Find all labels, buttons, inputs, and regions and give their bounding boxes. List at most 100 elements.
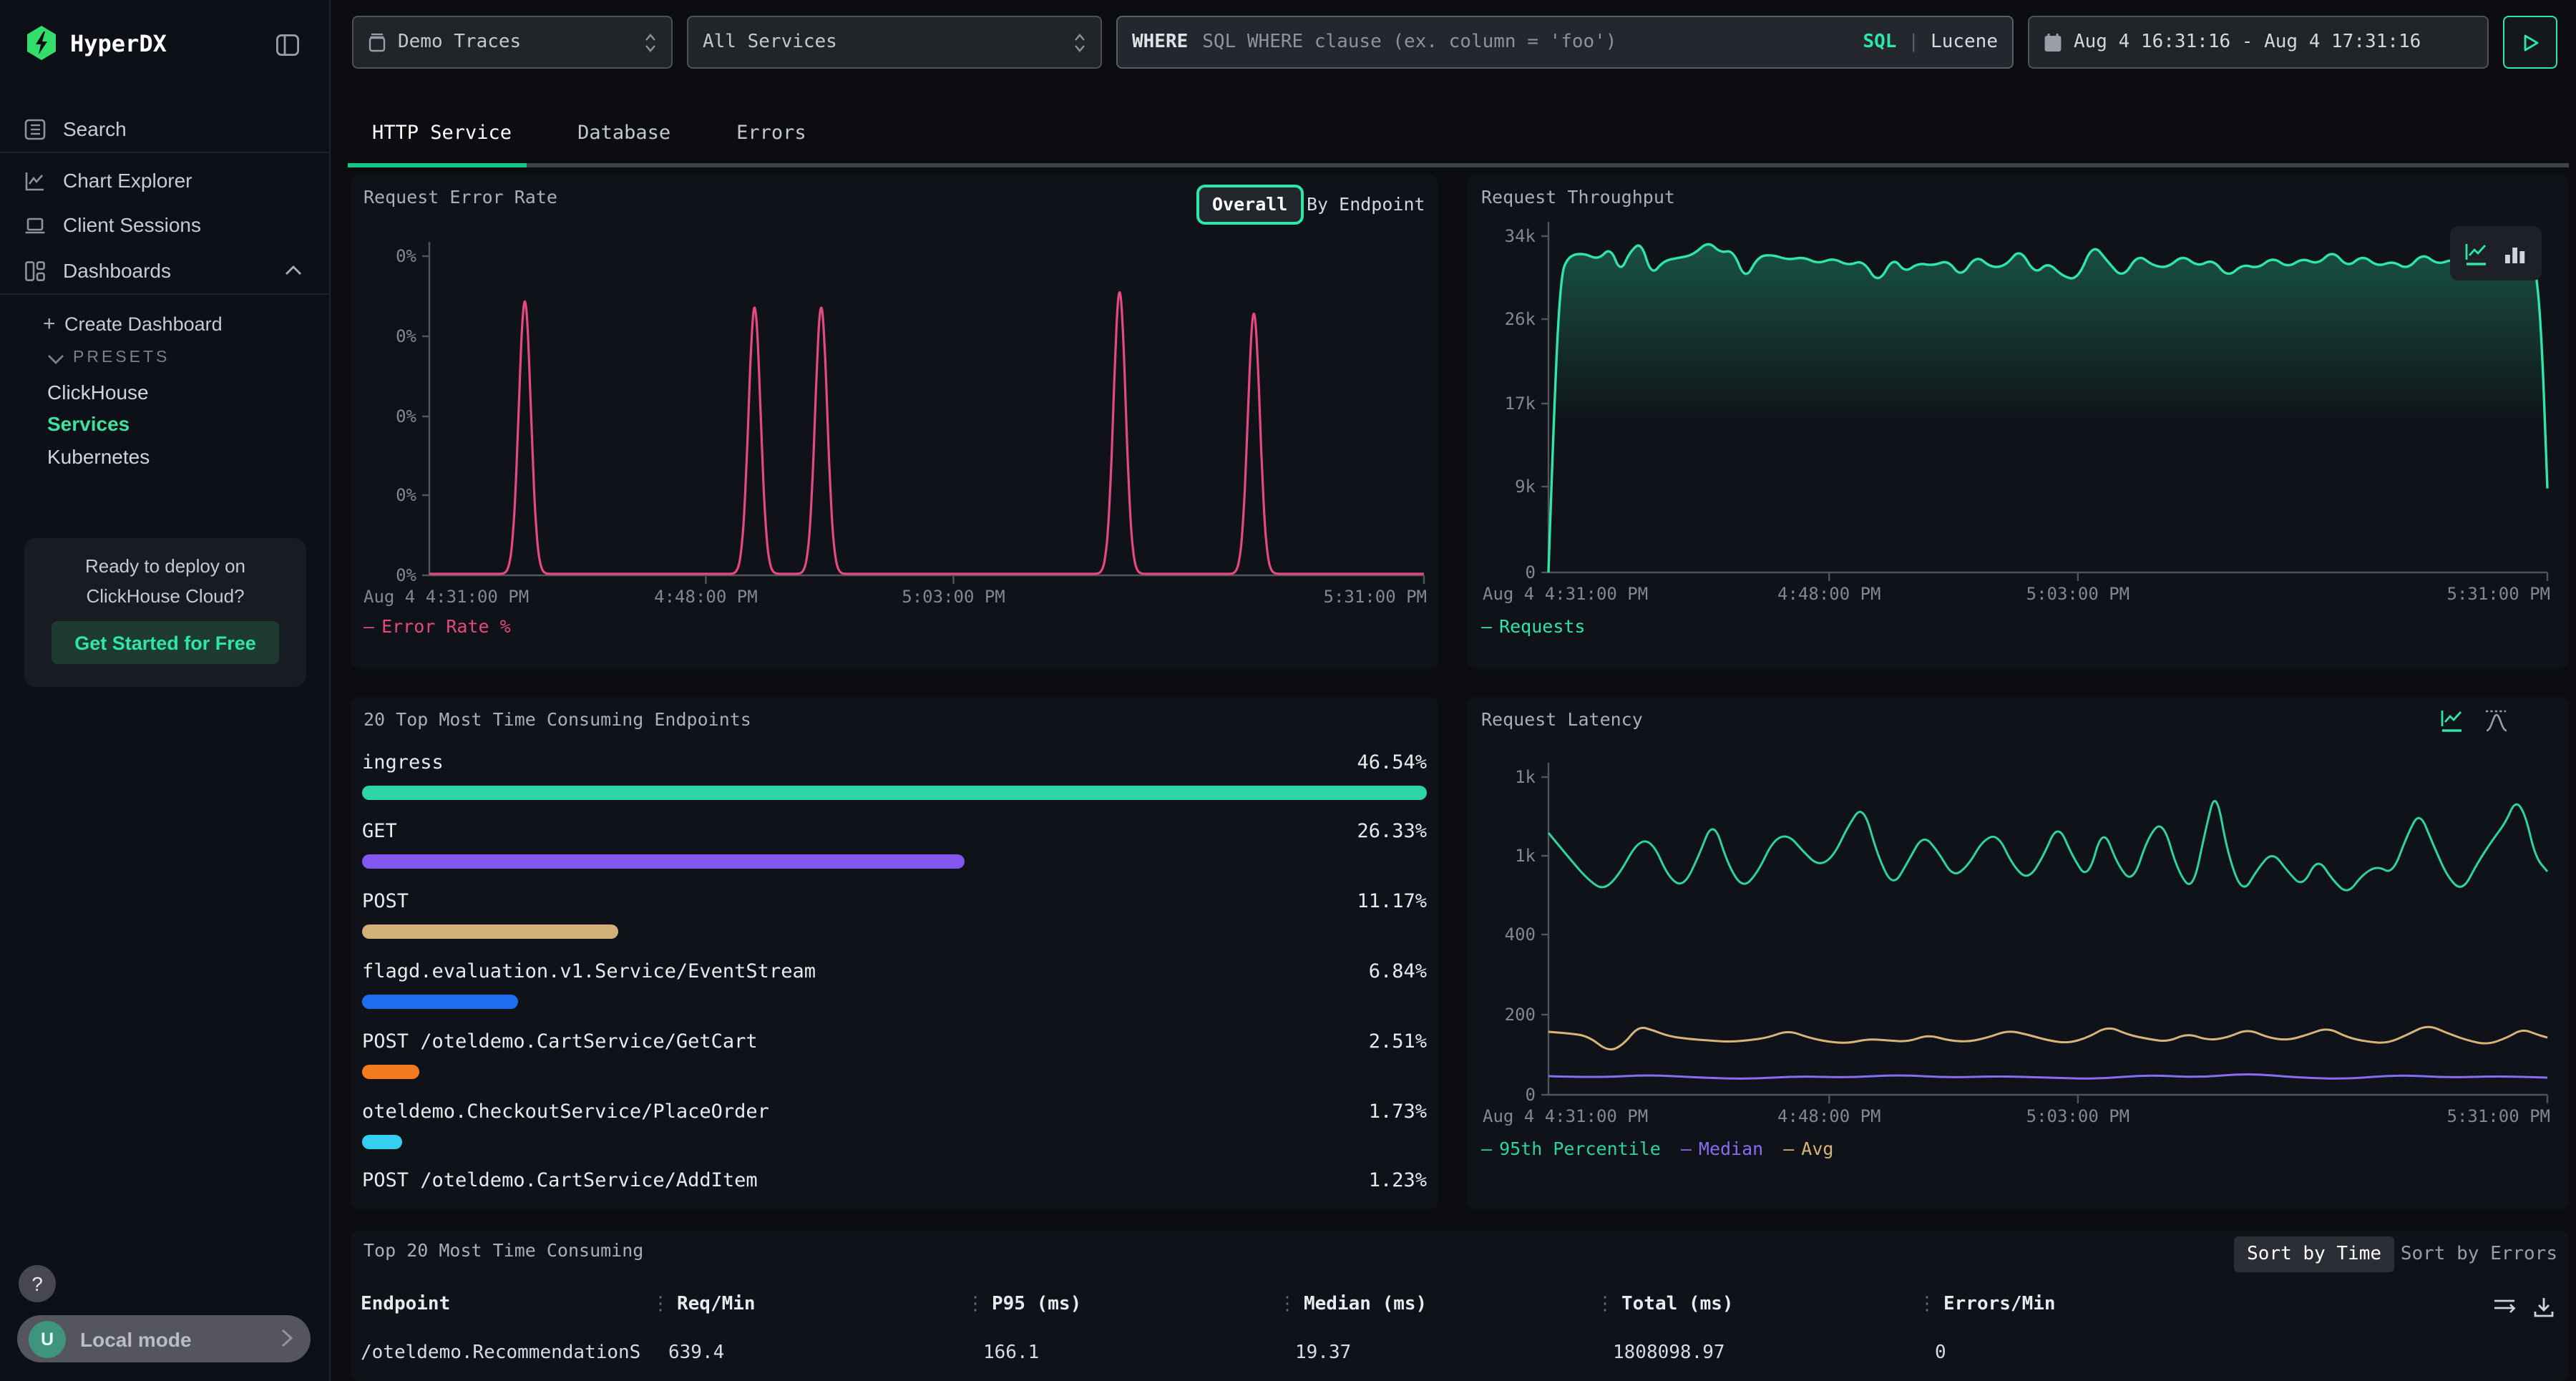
endpoint-item[interactable]: POST /oteldemo.CartService/GetCart 2.51%: [362, 1030, 1427, 1056]
tab-http-service[interactable]: HTTP Service: [348, 103, 536, 163]
user-menu[interactable]: U Local mode: [17, 1315, 311, 1362]
throughput-panel: Request Throughput 34k26k17k9k0Aug 4 4:3…: [1467, 175, 2569, 668]
legend-dash: —: [1481, 1138, 1492, 1159]
sidebar-item-clickhouse[interactable]: ClickHouse: [47, 381, 149, 404]
endpoint-value: 46.54%: [1357, 751, 1427, 777]
tab-database[interactable]: Database: [553, 103, 695, 163]
sort-by-errors-button[interactable]: Sort by Errors: [2401, 1236, 2557, 1272]
sidebar-item-label: Dashboards: [63, 259, 171, 282]
legend-label: Avg: [1801, 1138, 1833, 1159]
cell-p95: 166.1: [983, 1342, 1039, 1364]
sidebar-item-label: Search: [63, 117, 127, 140]
calendar-icon: [2044, 32, 2062, 52]
endpoint-value: 11.17%: [1357, 890, 1427, 916]
time-range-picker[interactable]: Aug 4 16:31:16 - Aug 4 17:31:16: [2028, 16, 2489, 69]
sidebar: HyperDX Search Chart Explorer: [0, 0, 331, 1381]
where-input[interactable]: [1199, 30, 1851, 54]
sidebar-item-services[interactable]: Services: [47, 412, 130, 435]
endpoint-bar: [362, 924, 618, 939]
column-header-endpoint[interactable]: Endpoint: [361, 1294, 450, 1315]
endpoint-label: POST /oteldemo.CartService/AddItem: [362, 1169, 758, 1195]
promo-text: ClickHouse Cloud?: [24, 585, 306, 607]
app-root: HyperDX Search Chart Explorer: [0, 0, 2576, 1381]
svg-text:4:48:00 PM: 4:48:00 PM: [1777, 584, 1881, 604]
endpoint-item[interactable]: GET 26.33%: [362, 820, 1427, 846]
download-icon[interactable]: [2533, 1297, 2555, 1318]
tab-errors[interactable]: Errors: [712, 103, 831, 163]
endpoint-item[interactable]: flagd.evaluation.v1.Service/EventStream …: [362, 960, 1427, 986]
column-header-req-min[interactable]: ⋮ Req/Min: [651, 1294, 756, 1315]
chevron-up-icon: [285, 265, 302, 276]
create-dashboard-button[interactable]: + Create Dashboard: [64, 313, 223, 335]
play-icon: [2522, 34, 2538, 51]
endpoint-item[interactable]: POST /oteldemo.CartService/AddItem 1.23%: [362, 1169, 1427, 1195]
legend-label: Error Rate %: [381, 615, 511, 637]
service-select-value: All Services: [703, 31, 837, 53]
svg-text:0%: 0%: [396, 246, 416, 266]
svg-text:9k: 9k: [1515, 477, 1536, 497]
wrap-lines-icon[interactable]: [2493, 1297, 2516, 1318]
drag-handle-icon[interactable]: ⋮: [966, 1294, 985, 1315]
sidebar-item-search[interactable]: Search: [0, 107, 329, 150]
bar-chart-type-icon[interactable]: [2503, 241, 2527, 265]
sql-mode-toggle[interactable]: SQL: [1863, 31, 1896, 53]
sidebar-collapse-icon[interactable]: [276, 34, 299, 56]
svg-text:5:31:00 PM: 5:31:00 PM: [2447, 1106, 2551, 1126]
where-label: WHERE: [1132, 31, 1188, 53]
column-header-total[interactable]: ⋮ Total (ms): [1596, 1294, 1734, 1315]
column-header-p95[interactable]: ⋮ P95 (ms): [966, 1294, 1081, 1315]
svg-text:0%: 0%: [396, 485, 416, 505]
column-header-errors-min[interactable]: ⋮ Errors/Min: [1918, 1294, 2056, 1315]
endpoint-item[interactable]: POST 11.17%: [362, 890, 1427, 916]
sidebar-item-client-sessions[interactable]: Client Sessions: [0, 203, 329, 246]
chevron-down-icon: [47, 353, 64, 365]
svg-text:0: 0: [1526, 562, 1536, 582]
chevron-right-icon: [280, 1328, 293, 1348]
svg-text:5:03:00 PM: 5:03:00 PM: [2026, 584, 2130, 604]
help-button[interactable]: ?: [19, 1265, 56, 1302]
error-rate-panel: Request Error Rate Overall By Endpoint 0…: [351, 175, 1438, 668]
cell-median: 19.37: [1295, 1342, 1351, 1364]
cell-endpoint[interactable]: /oteldemo.RecommendationServ: [361, 1342, 641, 1364]
endpoint-label: oteldemo.CheckoutService/PlaceOrder: [362, 1101, 769, 1126]
svg-text:0%: 0%: [396, 326, 416, 346]
sidebar-item-chart-explorer[interactable]: Chart Explorer: [0, 159, 329, 202]
get-started-button[interactable]: Get Started for Free: [52, 621, 279, 664]
svg-text:4:48:00 PM: 4:48:00 PM: [654, 587, 757, 607]
endpoint-item[interactable]: ingress 46.54%: [362, 751, 1427, 777]
sidebar-item-kubernetes[interactable]: Kubernetes: [47, 445, 150, 468]
topbar: Demo Traces All Services WHERE SQL | Luc…: [352, 16, 2557, 66]
drag-handle-icon[interactable]: ⋮: [1596, 1294, 1614, 1315]
column-header-median[interactable]: ⋮ Median (ms): [1278, 1294, 1427, 1315]
lucene-mode-toggle[interactable]: Lucene: [1931, 31, 1998, 53]
sort-by-time-button[interactable]: Sort by Time: [2234, 1236, 2394, 1272]
service-select[interactable]: All Services: [687, 16, 1102, 69]
chart-legend: — Requests: [1481, 615, 1586, 637]
dataset-select[interactable]: Demo Traces: [352, 16, 673, 69]
sidebar-item-dashboards[interactable]: Dashboards: [0, 249, 329, 292]
dataset-select-value: Demo Traces: [398, 31, 521, 53]
svg-text:1k: 1k: [1515, 767, 1536, 787]
endpoint-value: 1.23%: [1369, 1169, 1427, 1195]
drag-handle-icon[interactable]: ⋮: [651, 1294, 670, 1315]
line-chart-type-icon[interactable]: [2464, 241, 2489, 265]
latency-chart: 1k1k4002000Aug 4 4:31:00 PM4:48:00 PM5:0…: [1467, 697, 2569, 1191]
laptop-icon: [24, 214, 46, 235]
svg-text:5:31:00 PM: 5:31:00 PM: [2447, 584, 2551, 604]
logo[interactable]: HyperDX: [26, 26, 167, 60]
presets-label: PRESETS: [73, 349, 170, 366]
drag-handle-icon[interactable]: ⋮: [1918, 1294, 1936, 1315]
endpoint-bar: [362, 995, 518, 1009]
endpoint-item[interactable]: oteldemo.CheckoutService/PlaceOrder 1.73…: [362, 1101, 1427, 1126]
sidebar-item-label: Client Sessions: [63, 213, 201, 236]
latency-panel: Request Latency 1k1k4002000Aug 4 4:31:00…: [1467, 697, 2569, 1209]
logo-text: HyperDX: [70, 29, 167, 57]
where-clause-box: WHERE SQL | Lucene: [1116, 16, 2014, 69]
sidebar-divider: [0, 293, 329, 295]
drag-handle-icon[interactable]: ⋮: [1278, 1294, 1297, 1315]
dashboards-grid-icon: [24, 260, 46, 281]
endpoint-value: 1.73%: [1369, 1101, 1427, 1126]
run-query-button[interactable]: [2503, 16, 2557, 69]
panel-title: 20 Top Most Time Consuming Endpoints: [364, 708, 751, 730]
endpoint-bar: [362, 1065, 419, 1079]
